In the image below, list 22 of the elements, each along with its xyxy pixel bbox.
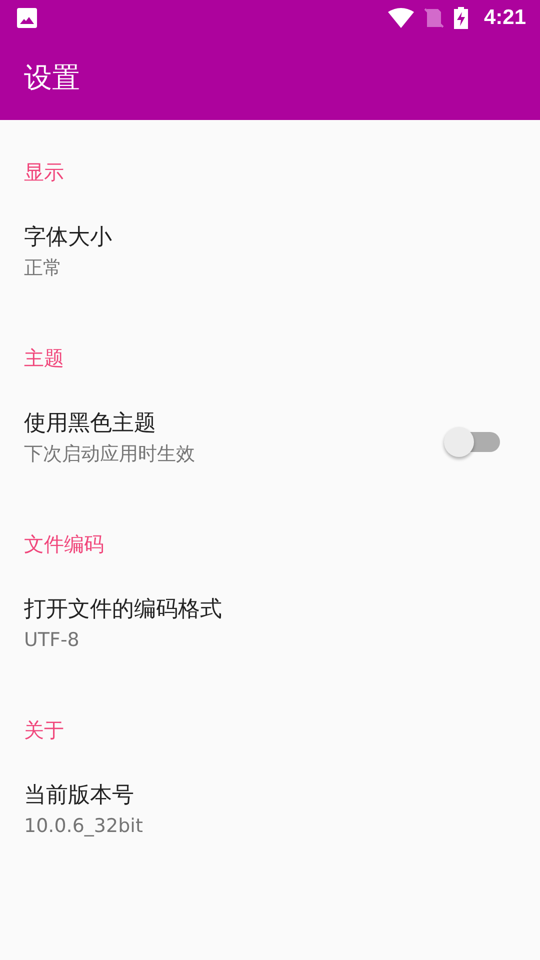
image-icon — [17, 8, 37, 28]
no-sim-icon — [424, 8, 444, 28]
item-title: 使用黑色主题 — [24, 412, 157, 436]
settings-item[interactable]: 当前版本号 10.0.6_32bit — [0, 742, 540, 864]
settings-item[interactable]: 字体大小 正常 — [0, 184, 540, 306]
item-title: 打开文件的编码格式 — [24, 598, 223, 622]
status-time: 4:21 — [484, 6, 526, 30]
battery-charging-icon — [454, 7, 468, 29]
item-title: 当前版本号 — [24, 784, 135, 808]
item-summary: 10.0.6_32bit — [24, 814, 144, 838]
section-header: 主题 — [23, 346, 65, 370]
item-summary: 正常 — [24, 256, 63, 280]
wifi-icon — [388, 8, 414, 28]
settings-item[interactable]: 使用黑色主题 下次启动应用时生效 — [0, 370, 540, 492]
item-summary: UTF-8 — [24, 628, 80, 652]
section-header: 文件编码 — [23, 532, 105, 556]
section-header: 显示 — [23, 160, 65, 184]
item-summary: 下次启动应用时生效 — [24, 442, 196, 466]
app-bar-title: 设置 — [24, 60, 80, 96]
item-title: 字体大小 — [24, 226, 113, 250]
section-header: 关于 — [23, 718, 65, 742]
settings-item[interactable]: 打开文件的编码格式 UTF-8 — [0, 556, 540, 678]
